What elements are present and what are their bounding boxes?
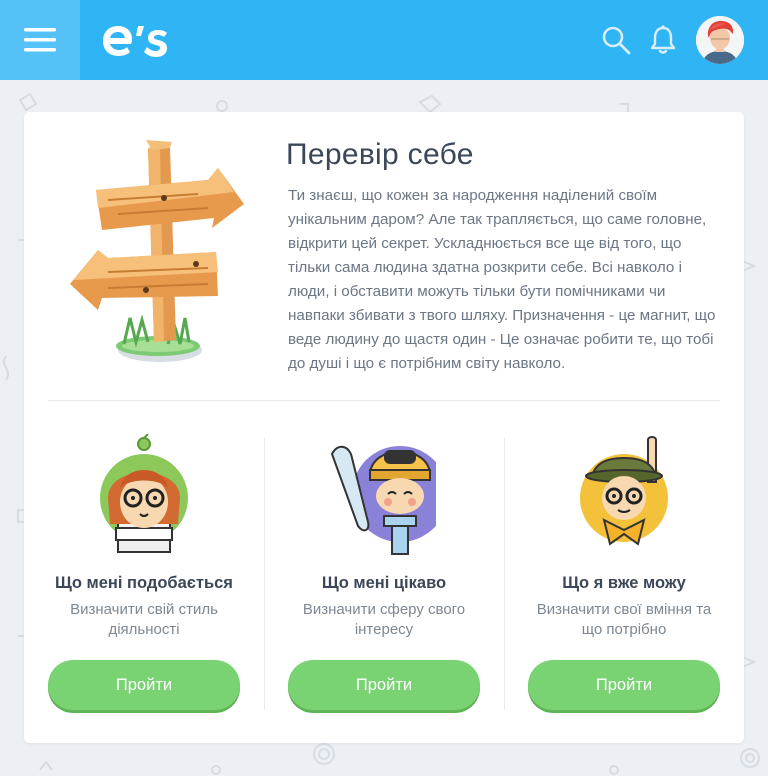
scout-icon bbox=[580, 436, 668, 546]
test-subtitle: Визначити свої вміння та що потрібно bbox=[536, 601, 712, 638]
search-icon[interactable] bbox=[600, 24, 632, 56]
test-title: Що я вже можу bbox=[562, 574, 686, 592]
divider bbox=[48, 400, 720, 401]
test-title: Що мені цікаво bbox=[321, 574, 447, 592]
start-test-button[interactable]: Пройти bbox=[288, 660, 480, 710]
test-card-interests: Що мені цікаво Визначити сферу свого інт… bbox=[288, 434, 480, 710]
page-title: Перевір себе bbox=[286, 138, 474, 171]
test-title: Що мені подобається bbox=[55, 574, 233, 592]
test-card-likes: Що мені подобається Визначити свій стиль… bbox=[48, 434, 240, 710]
start-test-button[interactable]: Пройти bbox=[528, 660, 720, 710]
column-separator bbox=[264, 438, 265, 710]
user-avatar[interactable] bbox=[696, 16, 744, 64]
intro-description: Ти знаєш, що кожен за народження наділен… bbox=[288, 187, 716, 372]
girl-with-books-icon bbox=[100, 434, 188, 553]
test-card-skills: Що я вже можу Визначити свої вміння та щ… bbox=[528, 434, 720, 710]
menu-button[interactable] bbox=[0, 0, 80, 80]
hamburger-icon bbox=[24, 28, 56, 52]
top-bar bbox=[0, 0, 768, 80]
bell-icon[interactable] bbox=[648, 24, 678, 56]
signpost-illustration bbox=[70, 140, 244, 362]
start-test-button[interactable]: Пройти bbox=[48, 660, 240, 710]
test-subtitle: Визначити свій стиль діяльності bbox=[70, 601, 218, 638]
self-check-card: Перевір себе Ти знаєш, що кожен за народ… bbox=[24, 112, 744, 743]
avatar-icon bbox=[696, 16, 744, 64]
test-subtitle: Визначити сферу свого інтересу bbox=[302, 601, 466, 638]
column-separator bbox=[504, 438, 505, 710]
snowboarder-icon bbox=[330, 445, 436, 555]
logo[interactable] bbox=[102, 24, 168, 58]
